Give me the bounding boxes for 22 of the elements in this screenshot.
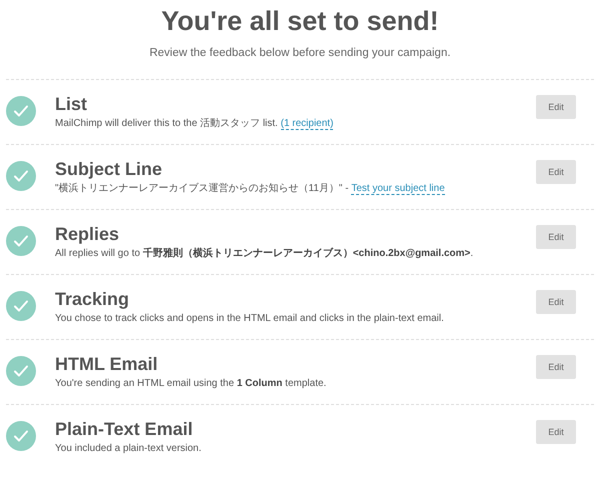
edit-button[interactable]: Edit (536, 160, 576, 184)
section-title: List (55, 93, 88, 115)
section-description: MailChimp will deliver this to the 活動スタッフ list. (1 recipient) (55, 117, 334, 132)
section-description: You chose to track clicks and opens in the HTML email and clicks in the plain-text email. (55, 312, 445, 326)
edit-button[interactable]: Edit (536, 95, 576, 119)
section-description: All replies will go to 千野雅則（横浜トリエンナーレアーカイブス）<chino.2bx@gmail.com>. (55, 246, 474, 261)
edit-button[interactable]: Edit (536, 420, 576, 444)
edit-button[interactable]: Edit (536, 355, 576, 379)
link[interactable]: Test your subject line (351, 183, 445, 195)
edit-button[interactable]: Edit (536, 290, 576, 314)
section-description: You're sending an HTML email using the 1 Column template. (55, 377, 328, 391)
section-title: HTML Email (55, 353, 159, 375)
section-title: Subject Line (55, 158, 164, 180)
link[interactable]: (1 recipient) (280, 118, 334, 130)
section-title: Plain-Text Email (55, 418, 194, 440)
section-description: "横浜トリエンナーレアーカイブス運営からのお知らせ（11月）" - Test your subject line (55, 182, 446, 197)
section-description: You included a plain-text version. (55, 442, 202, 456)
page-subtitle: Review the feedback below before sending your campaign. (149, 47, 451, 59)
page-title: You're all set to send! (161, 6, 439, 37)
section-title: Replies (55, 223, 120, 245)
section-title: Tracking (55, 288, 130, 310)
edit-button[interactable]: Edit (536, 225, 576, 249)
